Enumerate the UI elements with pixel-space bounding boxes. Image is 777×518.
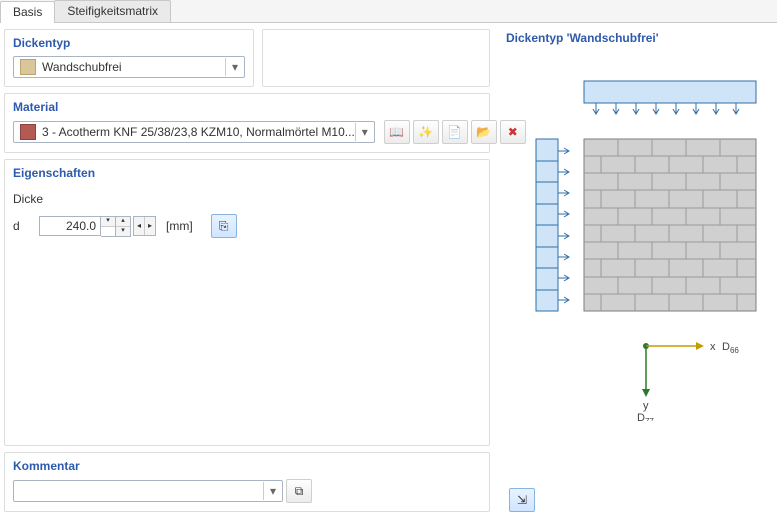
panel-title: Dickentyp (13, 36, 245, 50)
svg-text:D66: D66 (722, 341, 739, 355)
dicke-input[interactable]: 240.0 (39, 216, 101, 236)
svg-text:D77: D77 (637, 412, 654, 421)
dicke-symbol: d (13, 219, 39, 233)
preview-title: Dickentyp 'Wandschubfrei' (506, 31, 771, 45)
panel-empty-top (262, 29, 490, 87)
attach-icon: ⎘ (219, 219, 229, 234)
panel-dickentyp: Dickentyp Wandschubfrei ▾ (4, 29, 254, 87)
up-icon[interactable]: ▴ (116, 217, 130, 227)
right-icon[interactable]: ▸ (145, 217, 155, 235)
copy-icon: ⧉ (295, 484, 304, 499)
dicke-label: Dicke (13, 192, 481, 206)
preview-expand-button[interactable]: ⇲ (509, 488, 535, 512)
panel-title: Eigenschaften (13, 166, 481, 180)
material-value: 3 - Acotherm KNF 25/38/23,8 KZM10, Norma… (42, 125, 355, 139)
open-button[interactable]: 📂 (471, 120, 497, 144)
book-icon: 📖 (389, 125, 404, 139)
axis-y-label: y (643, 400, 649, 412)
expand-icon: ⇲ (517, 493, 527, 507)
panel-material: Material 3 - Acotherm KNF 25/38/23,8 KZM… (4, 93, 490, 153)
swatch-icon (20, 124, 36, 140)
chevron-down-icon[interactable]: ▾ (101, 217, 115, 227)
dicke-attach-button[interactable]: ⎘ (211, 214, 237, 238)
new-button[interactable]: 📄 (442, 120, 468, 144)
preview-canvas: x D66 y D77 (506, 51, 766, 421)
panel-title: Kommentar (13, 459, 481, 473)
kommentar-copy-button[interactable]: ⧉ (286, 479, 312, 503)
new-icon: 📄 (447, 125, 462, 139)
left-icon[interactable]: ◂ (134, 217, 145, 235)
down-icon[interactable]: ▾ (116, 227, 130, 236)
library-button[interactable]: 📖 (384, 120, 410, 144)
kommentar-combo[interactable]: ▾ (13, 480, 283, 502)
dickentyp-value: Wandschubfrei (42, 60, 225, 74)
dicke-spinner[interactable]: ▴▾ (116, 216, 131, 237)
dickentyp-combo[interactable]: Wandschubfrei ▾ (13, 56, 245, 78)
chevron-down-icon[interactable]: ▾ (355, 123, 374, 141)
favorite-button[interactable]: ✨ (413, 120, 439, 144)
material-combo[interactable]: 3 - Acotherm KNF 25/38/23,8 KZM10, Norma… (13, 121, 375, 143)
dicke-unit: [mm] (166, 219, 193, 233)
panel-title: Material (13, 100, 481, 114)
dicke-stepper[interactable]: ◂▸ (133, 216, 156, 236)
chevron-down-icon[interactable]: ▾ (263, 482, 282, 500)
panel-eigenschaften: Eigenschaften Dicke d 240.0 ▾. ▴▾ ◂▸ [mm… (4, 159, 490, 446)
tab-steifigkeitsmatrix[interactable]: Steifigkeitsmatrix (54, 0, 171, 22)
star-icon: ✨ (418, 125, 433, 139)
tabs: Basis Steifigkeitsmatrix (0, 0, 777, 23)
chevron-down-icon[interactable]: ▾ (225, 58, 244, 76)
axis-x-label: x (710, 341, 716, 353)
swatch-icon (20, 59, 36, 75)
panel-kommentar: Kommentar ▾ ⧉ (4, 452, 490, 512)
dicke-dropdown[interactable]: ▾. (101, 216, 116, 237)
tab-basis[interactable]: Basis (0, 1, 55, 23)
open-icon: 📂 (476, 125, 491, 139)
